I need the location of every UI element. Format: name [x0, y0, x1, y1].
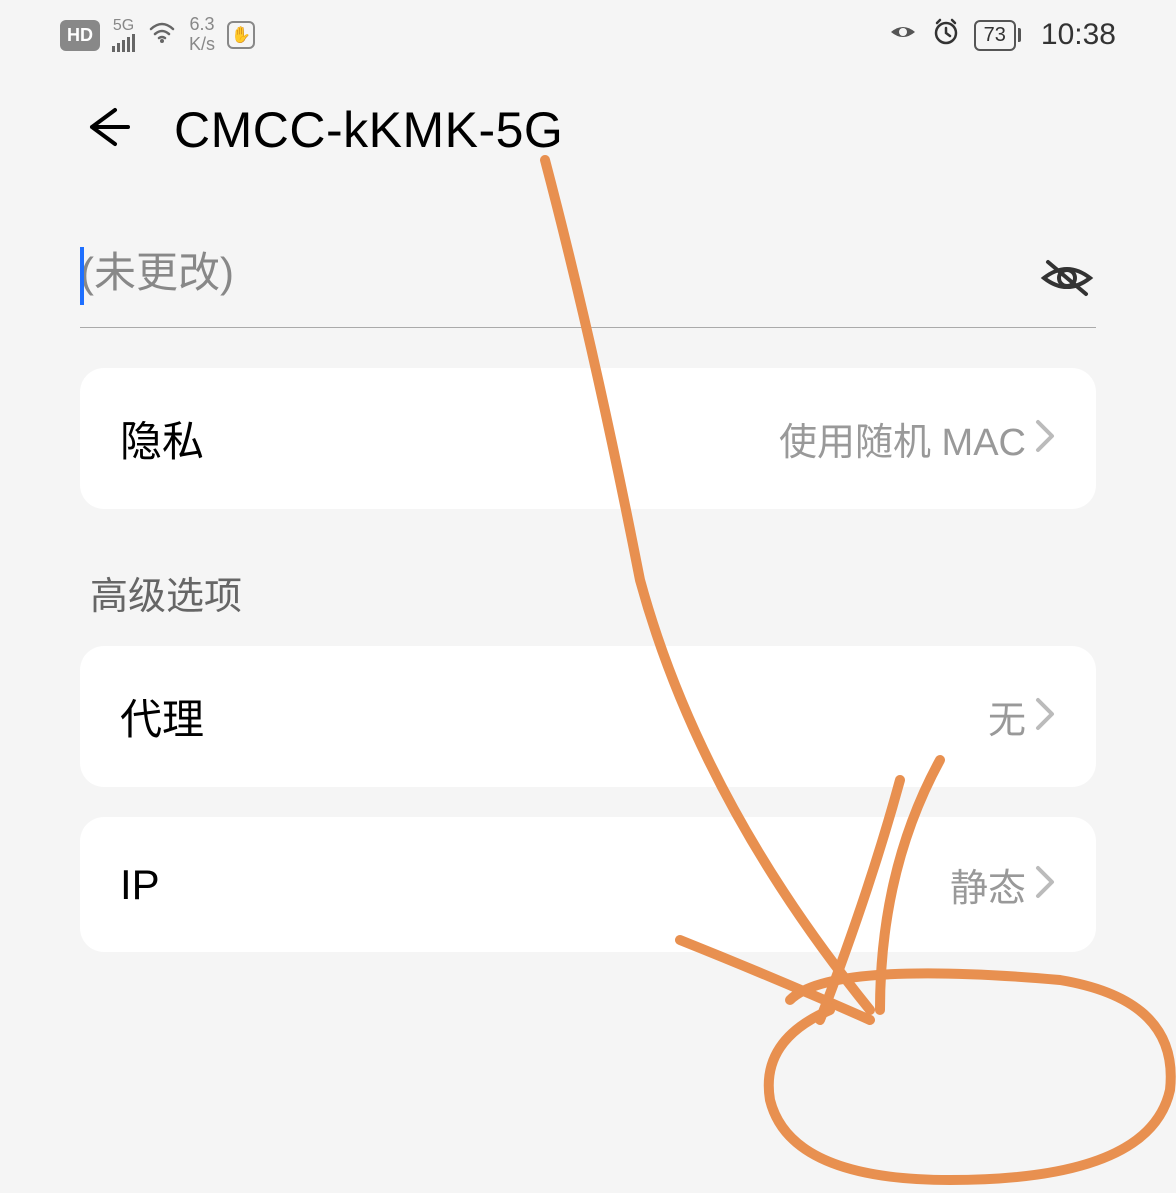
battery-indicator: 73 — [974, 20, 1021, 51]
proxy-setting-row[interactable]: 代理 无 — [80, 646, 1096, 787]
hd-badge: HD — [60, 20, 100, 51]
signal-5g-icon: 5G — [112, 18, 135, 52]
network-type-label: 5G — [113, 18, 134, 34]
status-right: 73 10:38 — [888, 17, 1116, 53]
proxy-label: 代理 — [120, 686, 204, 747]
wifi-icon — [147, 19, 177, 51]
input-cursor — [80, 247, 84, 305]
proxy-value: 无 — [988, 689, 1026, 744]
alarm-clock-icon — [932, 18, 960, 52]
password-input[interactable] — [80, 249, 1096, 297]
chevron-right-icon — [1034, 864, 1056, 905]
speed-value: 6.3 — [189, 15, 215, 35]
advanced-section-label: 高级选项 — [80, 539, 1096, 646]
page-title: CMCC-kKMK-5G — [174, 101, 563, 159]
privacy-label: 隐私 — [120, 408, 204, 469]
speed-unit: K/s — [189, 35, 215, 55]
privacy-setting-row[interactable]: 隐私 使用随机 MAC — [80, 368, 1096, 509]
battery-level: 73 — [974, 20, 1016, 51]
content-area: 隐私 使用随机 MAC 高级选项 代理 无 IP 静态 — [0, 189, 1176, 952]
eye-slash-icon — [1038, 289, 1096, 306]
status-left: HD 5G 6.3 K/s ✋ — [60, 15, 255, 55]
privacy-value: 使用随机 MAC — [779, 411, 1026, 466]
chevron-right-icon — [1034, 696, 1056, 737]
back-button[interactable] — [80, 100, 134, 159]
password-section — [80, 249, 1096, 328]
header: CMCC-kKMK-5G — [0, 70, 1176, 189]
ip-value: 静态 — [950, 857, 1026, 912]
network-speed: 6.3 K/s — [189, 15, 215, 55]
status-bar: HD 5G 6.3 K/s ✋ 73 — [0, 0, 1176, 70]
clock-time: 10:38 — [1041, 18, 1116, 52]
chevron-right-icon — [1034, 418, 1056, 459]
eye-status-icon — [888, 17, 918, 53]
ip-label: IP — [120, 861, 160, 909]
visibility-toggle-button[interactable] — [1038, 254, 1096, 307]
hand-block-icon: ✋ — [227, 21, 255, 49]
ip-setting-row[interactable]: IP 静态 — [80, 817, 1096, 952]
